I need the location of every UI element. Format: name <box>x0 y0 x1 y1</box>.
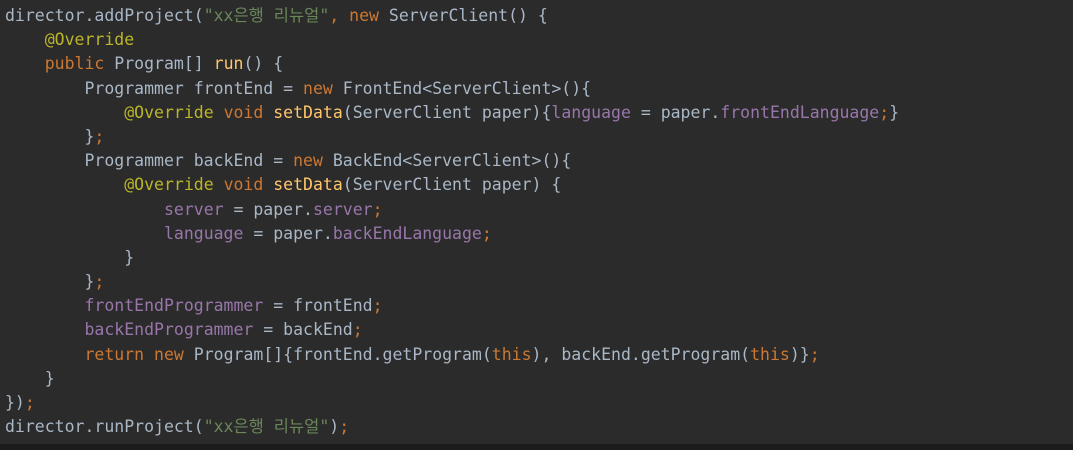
code-token-annotation: @Override <box>124 102 224 122</box>
code-line[interactable]: } <box>5 246 899 270</box>
code-token-field: backEndProgrammer <box>84 320 254 340</box>
code-token-string: "xx은행 리뉴얼" <box>203 6 330 25</box>
code-token-keyword: return <box>84 344 155 364</box>
code-token-default: } <box>5 272 95 292</box>
code-token-default: Program[] <box>114 54 214 74</box>
code-token-keyword: ; <box>879 102 890 122</box>
code-token-field: language <box>163 223 244 243</box>
code-token-keyword: ; <box>372 199 383 219</box>
code-token-default <box>5 224 164 243</box>
code-token-keyword: new <box>293 151 333 171</box>
code-token-default: = paper. <box>223 199 313 219</box>
code-token-string: "xx은행 리뉴얼" <box>203 417 330 437</box>
code-line[interactable]: Programmer backEnd = new BackEnd<ServerC… <box>5 149 899 173</box>
code-token-method: setData <box>273 175 343 195</box>
code-token-keyword: ; <box>94 126 105 146</box>
code-token-default: = backEnd <box>253 320 353 340</box>
code-token-method: run <box>213 54 244 74</box>
code-token-keyword: , <box>329 6 350 25</box>
code-token-default: ServerClient() { <box>388 6 548 25</box>
code-line[interactable]: Programmer frontEnd = new FrontEnd<Serve… <box>5 77 899 101</box>
code-token-default: director.addProject( <box>5 6 204 25</box>
code-line[interactable]: public Program[] run() { <box>5 52 899 76</box>
code-token-default: = frontEnd <box>263 296 373 316</box>
code-token-default: = paper. <box>243 223 333 243</box>
code-line[interactable]: backEndProgrammer = backEnd; <box>5 318 899 342</box>
code-token-keyword: new <box>303 78 343 98</box>
code-token-keyword: ; <box>372 296 383 316</box>
code-token-keyword: ; <box>481 223 492 243</box>
code-token-field: frontEndLanguage <box>720 102 880 122</box>
code-token-default <box>5 200 164 219</box>
code-line[interactable]: server = paper.server; <box>5 198 899 222</box>
code-token-annotation: @Override <box>44 30 135 50</box>
code-token-keyword: new <box>154 344 194 364</box>
code-token-default: ) <box>329 417 340 437</box>
code-line[interactable]: @Override void setData(ServerClient pape… <box>5 101 899 125</box>
code-line[interactable]: }; <box>5 270 899 294</box>
editor-bottom-edge <box>0 444 1073 450</box>
code-line[interactable]: language = paper.backEndLanguage; <box>5 222 899 246</box>
code-token-default: } <box>5 247 135 267</box>
code-token-field: language <box>551 102 631 122</box>
code-token-default: director.runProject( <box>5 417 204 437</box>
code-token-field: server <box>163 199 224 219</box>
code-token-default: } <box>5 368 55 388</box>
code-block[interactable]: director.addProject("xx은행 리뉴얼", new Serv… <box>5 4 899 439</box>
code-line[interactable]: return new Program[]{frontEnd.getProgram… <box>5 343 899 367</box>
code-token-default <box>5 345 84 364</box>
code-token-default: FrontEnd<ServerClient>(){ <box>342 78 592 98</box>
code-token-default: } <box>5 126 95 146</box>
code-token-keyword: ; <box>339 417 350 437</box>
code-token-keyword: ; <box>24 393 35 412</box>
code-line[interactable]: @Override <box>5 28 899 52</box>
code-line[interactable]: @Override void setData(ServerClient pape… <box>5 173 899 197</box>
code-token-default: Programmer frontEnd = <box>5 78 304 98</box>
code-token-default <box>5 30 45 49</box>
code-token-field: server <box>312 199 373 219</box>
code-editor[interactable]: director.addProject("xx은행 리뉴얼", new Serv… <box>0 0 1073 450</box>
code-token-keyword: void <box>223 175 274 195</box>
code-token-default <box>5 103 124 122</box>
code-token-default <box>5 54 45 73</box>
code-token-default: BackEnd<ServerClient>(){ <box>332 151 572 171</box>
code-token-keyword: ; <box>809 344 820 364</box>
code-token-keyword: new <box>349 6 389 25</box>
code-token-default: = paper. <box>630 102 721 122</box>
code-line[interactable]: } <box>5 367 899 391</box>
code-token-default: }) <box>5 393 25 412</box>
code-token-default: )} <box>789 344 810 364</box>
code-line[interactable]: director.runProject("xx은행 리뉴얼"); <box>5 415 899 439</box>
code-token-keyword: ; <box>94 272 105 292</box>
code-token-keyword: void <box>223 102 274 122</box>
code-token-default: (ServerClient paper){ <box>342 102 552 122</box>
code-token-default <box>5 296 84 315</box>
code-token-default <box>5 320 84 339</box>
code-line[interactable]: }; <box>5 125 899 149</box>
code-line[interactable]: director.addProject("xx은행 리뉴얼", new Serv… <box>5 4 899 28</box>
code-token-keyword: this <box>750 344 790 364</box>
code-token-annotation: @Override <box>124 175 224 195</box>
code-token-field: backEndLanguage <box>332 223 482 243</box>
code-token-default: Program[]{frontEnd.getProgram( <box>193 344 492 364</box>
code-token-default: Programmer backEnd = <box>5 151 294 171</box>
code-token-default: } <box>889 102 900 122</box>
code-token-default: (ServerClient paper) { <box>342 175 562 195</box>
code-line[interactable]: frontEndProgrammer = frontEnd; <box>5 294 899 318</box>
code-token-default: ), backEnd.getProgram( <box>531 344 751 364</box>
code-token-keyword: public <box>44 54 115 74</box>
code-token-default: () { <box>243 54 284 74</box>
code-line[interactable]: }); <box>5 391 899 415</box>
code-token-keyword: this <box>491 344 532 364</box>
code-token-default <box>5 175 124 194</box>
code-token-keyword: ; <box>352 320 363 340</box>
code-token-field: frontEndProgrammer <box>84 296 264 316</box>
code-token-method: setData <box>273 102 343 122</box>
